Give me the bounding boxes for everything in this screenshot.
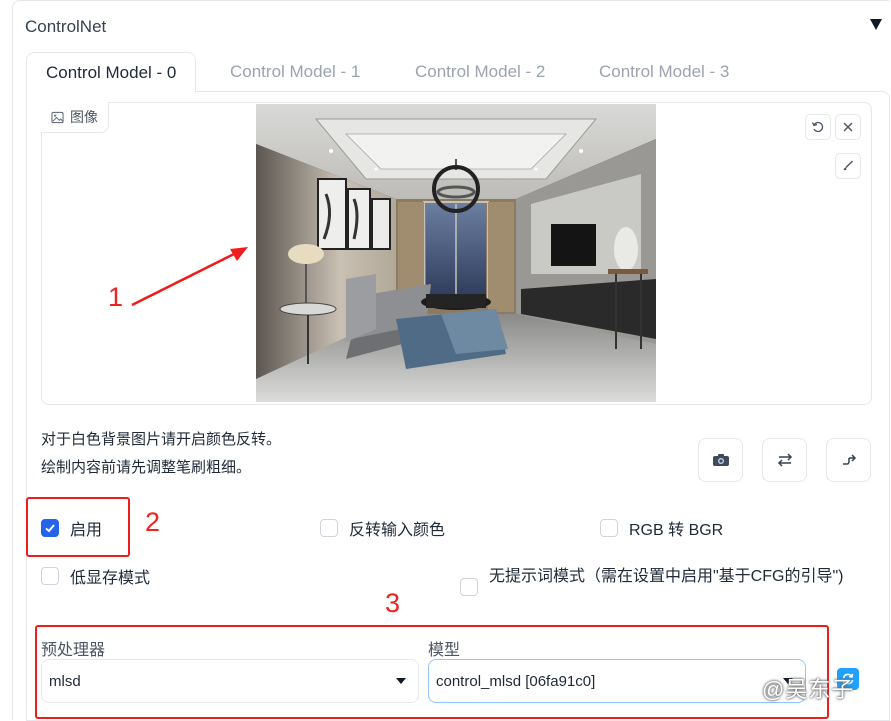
checkbox-unchecked-icon (460, 578, 478, 596)
annotation-box-enable (26, 497, 130, 557)
undo-button[interactable] (805, 114, 831, 140)
hint-brush-size: 绘制内容前请先调整笔刷粗细。 (41, 459, 252, 476)
brush-button[interactable] (835, 153, 861, 179)
image-label-text: 图像 (70, 109, 98, 125)
swap-button[interactable] (762, 438, 807, 482)
tab-control-model-2[interactable]: Control Model - 2 (396, 52, 564, 91)
guess-mode-label: 无提示词模式（需在设置中启用"基于CFG的引导") (489, 568, 844, 585)
rgb-to-bgr-checkbox[interactable]: RGB 转 BGR (600, 516, 723, 540)
close-icon (843, 122, 853, 132)
swap-arrows-icon (777, 453, 792, 467)
camera-button[interactable] (698, 438, 743, 482)
control-model-tabs: Control Model - 0 Control Model - 1 Cont… (26, 52, 888, 93)
watermark: @吴东子 (762, 677, 855, 702)
annotation-number-1: 1 (108, 282, 124, 312)
image-label: 图像 (41, 102, 109, 133)
low-vram-label: 低显存模式 (70, 570, 151, 587)
curved-arrow-icon (842, 454, 856, 465)
annotation-number-3: 3 (385, 588, 401, 618)
undo-icon (811, 121, 824, 133)
annotation-box-model-select (35, 625, 829, 719)
invert-input-color-checkbox[interactable]: 反转输入颜色 (320, 516, 445, 540)
checkbox-unchecked-icon (41, 567, 59, 585)
checkbox-unchecked-icon (320, 519, 338, 537)
image-icon (51, 111, 64, 123)
guess-mode-checkbox[interactable]: 无提示词模式（需在设置中启用"基于CFG的引导") (460, 565, 851, 596)
annotation-arrow-icon (131, 247, 248, 307)
low-vram-checkbox[interactable]: 低显存模式 (41, 564, 150, 588)
collapse-triangle-icon[interactable] (868, 16, 884, 32)
tab-control-model-0[interactable]: Control Model - 0 (26, 52, 197, 93)
brush-icon (843, 160, 853, 171)
invert-input-color-label: 反转输入颜色 (349, 522, 446, 539)
rgb-to-bgr-label: RGB 转 BGR (629, 522, 724, 539)
clear-image-button[interactable] (835, 114, 861, 140)
tab-control-model-3[interactable]: Control Model - 3 (580, 52, 748, 91)
annotation-number-2: 2 (145, 507, 161, 537)
uploaded-room-image (256, 104, 656, 402)
camera-icon (712, 454, 729, 466)
send-dimensions-button[interactable] (826, 438, 871, 482)
hint-invert-color: 对于白色背景图片请开启颜色反转。 (41, 431, 282, 448)
checkbox-unchecked-icon (600, 519, 618, 537)
tab-control-model-1[interactable]: Control Model - 1 (211, 52, 379, 91)
panel-title[interactable]: ControlNet (25, 17, 106, 37)
